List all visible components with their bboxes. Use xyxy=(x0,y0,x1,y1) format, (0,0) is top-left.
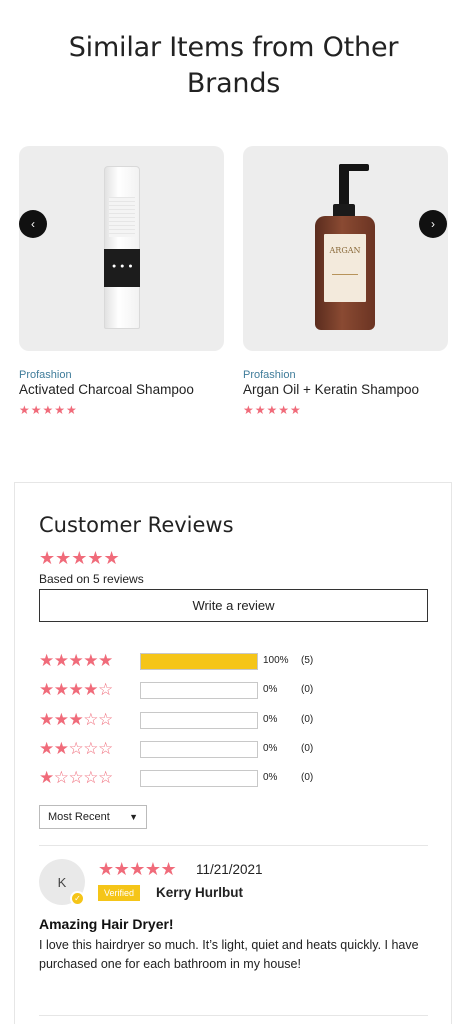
verified-badge: Verified xyxy=(98,885,141,901)
divider xyxy=(39,1015,428,1016)
chevron-left-icon: ‹ xyxy=(31,217,35,231)
review-body: I love this hairdryer so much. It’s ligh… xyxy=(39,938,419,971)
avatar-initial: K xyxy=(57,874,67,890)
product-card[interactable]: ● ● ● Profashion Activated Charcoal Sham… xyxy=(19,146,224,417)
histogram-percent: 0% xyxy=(263,772,278,784)
histogram-row-1[interactable]: ★☆☆☆☆ 0% (0) xyxy=(39,768,339,797)
chevron-down-icon: ▼ xyxy=(129,812,138,822)
star-icons: ★★★☆☆ xyxy=(39,709,113,729)
product-brand[interactable]: Profashion xyxy=(243,369,448,381)
customer-reviews-section: Customer Reviews ★★★★★ Based on 5 review… xyxy=(14,482,452,1024)
histogram-row-5[interactable]: ★★★★★ 100% (5) xyxy=(39,651,339,680)
review-count-text: Based on 5 reviews xyxy=(39,572,144,586)
similar-items-title-line1: Similar Items from Other xyxy=(68,32,399,63)
similar-items-title-line2: Brands xyxy=(186,68,281,99)
average-rating-stars: ★★★★★ xyxy=(39,548,120,568)
histogram-bar xyxy=(140,770,258,788)
product-name[interactable]: Argan Oil + Keratin Shampoo xyxy=(243,382,448,397)
histogram-count: (0) xyxy=(301,684,314,696)
histogram-bar xyxy=(140,740,258,758)
divider xyxy=(39,845,428,846)
product-image[interactable]: ● ● ● xyxy=(19,146,224,351)
argan-shampoo-bottle: ARGAN xyxy=(315,216,375,330)
review-headline: Amazing Hair Dryer! xyxy=(39,916,174,932)
product-name[interactable]: Activated Charcoal Shampoo xyxy=(19,382,224,397)
star-icons: ★★★★☆ xyxy=(39,680,113,700)
histogram-row-4[interactable]: ★★★★☆ 0% (0) xyxy=(39,680,339,709)
sort-reviews-select[interactable]: Most Recent ▼ xyxy=(39,805,147,829)
histogram-bar xyxy=(140,653,258,670)
write-review-button[interactable]: Write a review xyxy=(39,589,428,622)
sort-selected-value: Most Recent xyxy=(48,811,110,823)
histogram-row-2[interactable]: ★★☆☆☆ 0% (0) xyxy=(39,739,339,768)
star-icons: ★☆☆☆☆ xyxy=(39,768,113,788)
histogram-percent: 0% xyxy=(263,713,278,725)
carousel-prev-button[interactable]: ‹ xyxy=(19,210,47,238)
carousel-next-button[interactable]: › xyxy=(419,210,447,238)
histogram-count: (0) xyxy=(301,772,314,784)
review-date: 11/21/2021 xyxy=(196,862,263,877)
reviews-title: Customer Reviews xyxy=(39,513,234,537)
star-icons: ★★☆☆☆ xyxy=(39,738,113,758)
histogram-percent: 0% xyxy=(263,742,278,754)
product-rating-stars: ★★★★★ xyxy=(243,403,302,417)
charcoal-shampoo-bottle: ● ● ● xyxy=(104,166,140,329)
review-rating-stars: ★★★★★ xyxy=(98,859,177,879)
histogram-count: (0) xyxy=(301,742,314,754)
histogram-row-3[interactable]: ★★★☆☆ 0% (0) xyxy=(39,710,339,739)
similar-items-title: Similar Items from Other Brands xyxy=(0,30,467,102)
product-brand[interactable]: Profashion xyxy=(19,369,224,381)
verified-check-icon: ✓ xyxy=(70,891,85,906)
histogram-count: (5) xyxy=(301,655,314,666)
similar-items-carousel: ● ● ● Profashion Activated Charcoal Sham… xyxy=(0,146,467,436)
rating-histogram: ★★★★★ 100% (5) ★★★★☆ 0% (0) ★★★☆☆ 0% (0)… xyxy=(39,651,339,797)
histogram-count: (0) xyxy=(301,713,314,725)
review-author: Kerry Hurlbut xyxy=(156,885,244,900)
histogram-percent: 0% xyxy=(263,684,278,696)
product-card[interactable]: ARGAN Profashion Argan Oil + Keratin Sha… xyxy=(243,146,448,417)
product-rating-stars: ★★★★★ xyxy=(19,403,78,417)
chevron-right-icon: › xyxy=(431,217,435,231)
histogram-percent: 100% xyxy=(263,655,289,666)
histogram-bar xyxy=(140,682,258,700)
histogram-bar xyxy=(140,711,258,729)
product-image[interactable]: ARGAN xyxy=(243,146,448,351)
star-icons: ★★★★★ xyxy=(39,651,113,670)
